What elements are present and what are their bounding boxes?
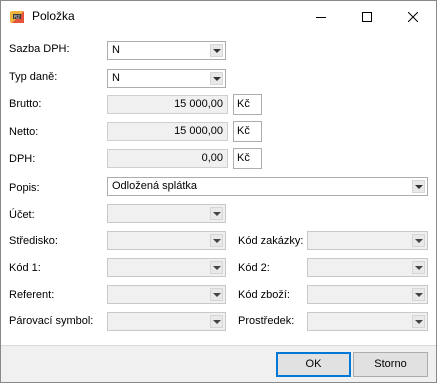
brutto-field[interactable]: 15 000,00 — [107, 95, 228, 114]
brutto-currency-button[interactable]: Kč — [233, 94, 262, 115]
popis-label: Popis: — [9, 182, 40, 194]
kod2-label: Kód 2: — [238, 262, 270, 274]
chevron-down-icon — [210, 315, 223, 328]
chevron-down-icon — [412, 288, 425, 301]
chevron-down-icon — [412, 315, 425, 328]
referent-label: Referent: — [9, 289, 55, 301]
typ-dane-select[interactable]: N — [107, 69, 226, 88]
sazba-dph-label: Sazba DPH: — [9, 43, 70, 55]
netto-field[interactable]: 15 000,00 — [107, 122, 228, 141]
kod2-select[interactable] — [307, 258, 428, 277]
popis-select[interactable]: Odložená splátka — [107, 177, 428, 196]
ok-button[interactable]: OK — [276, 352, 351, 377]
stredisko-label: Středisko: — [9, 235, 58, 247]
typ-dane-value: N — [112, 72, 120, 84]
title-bar[interactable]: R2 Položka — [1, 1, 436, 32]
kod-zbozi-label: Kód zboží: — [238, 289, 290, 301]
netto-label: Netto: — [9, 126, 39, 138]
kod-zakazky-label: Kód zakázky: — [238, 235, 304, 247]
kod1-label: Kód 1: — [9, 262, 41, 274]
chevron-down-icon — [210, 234, 223, 247]
sazba-dph-select[interactable]: N — [107, 41, 226, 60]
netto-currency-button[interactable]: Kč — [233, 121, 262, 142]
chevron-down-icon — [210, 261, 223, 274]
maximize-button[interactable] — [344, 1, 390, 32]
storno-button[interactable]: Storno — [353, 352, 428, 377]
typ-dane-label: Typ daně: — [9, 71, 58, 83]
chevron-down-icon — [210, 288, 223, 301]
stredisko-select[interactable] — [107, 231, 226, 250]
prostredek-label: Prostředek: — [238, 315, 295, 327]
close-icon — [408, 11, 418, 22]
ucet-select[interactable] — [107, 204, 226, 223]
brutto-label: Brutto: — [9, 98, 42, 110]
chevron-down-icon — [412, 234, 425, 247]
dialog-footer: OK Storno — [1, 345, 436, 382]
popis-value: Odložená splátka — [112, 180, 197, 192]
chevron-down-icon — [210, 72, 223, 85]
minimize-icon — [316, 12, 326, 22]
app-logo-icon: R2 — [10, 9, 26, 25]
chevron-down-icon — [412, 180, 425, 193]
dph-currency-button[interactable]: Kč — [233, 148, 262, 169]
dph-label: DPH: — [9, 153, 36, 165]
close-button[interactable] — [390, 1, 436, 32]
kod-zakazky-select[interactable] — [307, 231, 428, 250]
sazba-dph-value: N — [112, 44, 120, 56]
maximize-icon — [362, 11, 372, 22]
kod1-select[interactable] — [107, 258, 226, 277]
form-body: Sazba DPH: N Typ daně: N Brutto: 15 000,… — [1, 32, 436, 345]
referent-select[interactable] — [107, 285, 226, 304]
chevron-down-icon — [210, 207, 223, 220]
kod-zbozi-select[interactable] — [307, 285, 428, 304]
prostredek-select[interactable] — [307, 312, 428, 331]
dialog-window: R2 Položka Sazba DPH: N Typ daně: N Brut… — [0, 0, 437, 383]
parovaci-symbol-select[interactable] — [107, 312, 226, 331]
svg-text:R2: R2 — [14, 14, 20, 20]
minimize-button[interactable] — [298, 1, 344, 32]
dph-field[interactable]: 0,00 — [107, 149, 228, 168]
chevron-down-icon — [210, 44, 223, 57]
parovaci-symbol-label: Párovací symbol: — [9, 315, 94, 327]
chevron-down-icon — [412, 261, 425, 274]
window-title: Položka — [32, 9, 75, 23]
ucet-label: Účet: — [9, 209, 35, 221]
